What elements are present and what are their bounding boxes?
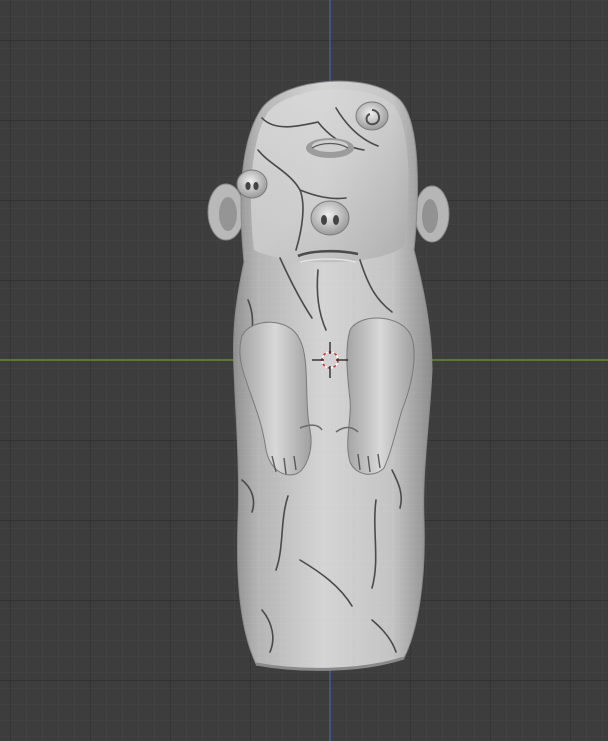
sculpted-figurine[interactable] <box>207 80 450 671</box>
spiral-eye <box>355 101 389 131</box>
left-ear <box>207 183 245 241</box>
cyclops-eye <box>306 138 354 158</box>
snout-center <box>310 200 350 236</box>
snout-left <box>236 169 268 199</box>
viewport-canvas[interactable] <box>0 0 608 741</box>
right-ear <box>414 185 450 243</box>
3d-viewport[interactable] <box>0 0 608 741</box>
